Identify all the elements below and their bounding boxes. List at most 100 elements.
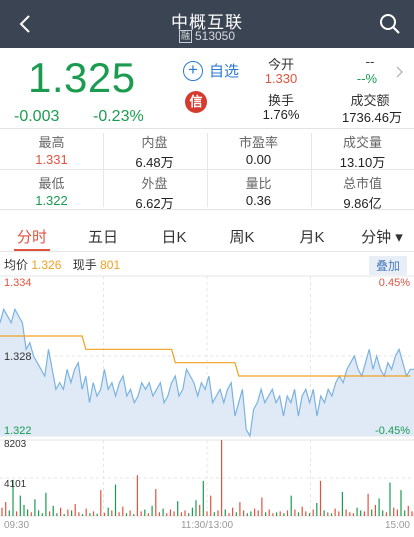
volume-bar [268,509,270,516]
stat-volume: 成交量 13.10万 [311,129,414,170]
volume-bar [78,512,80,516]
search-icon[interactable] [378,12,402,36]
volume-bar [173,511,175,516]
stat-inner: 内盘 6.48万 [103,129,206,170]
stat-label: 内盘 [141,135,168,150]
volume-bar [210,495,212,516]
add-watchlist-button[interactable]: + 自选 [183,60,239,81]
stats-grid: 最高 1.331 内盘 6.48万 市盈率 0.00 成交量 13.10万 最低… [0,128,414,211]
volume-bar [334,508,336,516]
volume-bar [89,513,91,516]
volume-bar [338,511,340,516]
divider [103,133,104,207]
intraday-chart: 1.334 0.45% 1.328 1.322 -0.45% 8203 4101… [0,275,414,531]
volume-bar [327,512,329,516]
volume-bar [367,493,369,516]
volume-bar [341,491,343,516]
volume-bar [301,506,303,516]
volume-bar [140,511,142,516]
divider [0,169,414,170]
volume-bar [202,480,204,516]
volume-bar [360,510,362,516]
volume-bar [316,503,318,516]
tab-five-day[interactable]: 五日 [73,226,133,247]
volume-bar [312,509,314,516]
volume-bar [261,497,263,516]
tab-minute-dropdown[interactable]: 分钟 ▾ [352,226,412,247]
volume-bar [272,513,274,516]
volume-bar [396,509,398,516]
volume-bar [239,502,241,516]
volume-bar [129,510,131,516]
volume-bar [27,509,29,516]
price-axis-bottom: 1.322 [4,425,32,437]
volume-bar [96,513,98,516]
volume-bar [191,507,193,516]
volume-bar [297,512,300,516]
volume-bar [41,513,43,516]
amount-value: 1736.46万 [342,110,402,125]
tab-weekly-k[interactable]: 周K [212,226,272,247]
volume-bar [158,512,160,516]
volume-bar [378,498,380,516]
current-hand-label: 现手 [72,258,97,272]
volume-bar [371,509,373,516]
stat-value: 6.62万 [135,196,174,211]
volume-bar [151,505,153,516]
volume-bar [290,495,292,516]
pct-axis-bottom: -0.45% [375,425,410,437]
volume-bar [294,509,296,516]
volume-bar [136,475,138,516]
volume-bar [246,513,248,516]
stat-label: 外盘 [141,176,168,191]
volume-bar [199,504,201,516]
tab-intraday[interactable]: 分时 [2,226,62,247]
stat-label: 总市值 [342,176,382,191]
volume-bar [206,511,208,516]
volume-bar [374,504,376,516]
volume-bar [125,513,128,516]
volume-bar [407,505,409,516]
volume-bar [279,511,281,516]
volume-bar [382,510,384,516]
price-axis-mid: 1.328 [4,351,32,363]
volume-bar [221,440,223,516]
volume-bar [166,513,168,516]
volume-bar [133,514,135,516]
divider [207,133,208,207]
volume-bar [8,510,10,516]
volume-bar [30,512,32,516]
volume-bar [217,510,219,516]
tab-daily-k[interactable]: 日K [144,226,204,247]
volume-bar [74,504,76,516]
volume-bar [169,509,171,516]
top-bar: 中概互联 融 513050 [0,0,414,48]
right-top-percent: --% [356,71,378,86]
credit-icon[interactable]: 信 [185,91,207,113]
volume-bar [235,512,237,516]
volume-bar [19,495,21,516]
volume-bar [114,484,117,516]
open-value: 1.330 [264,71,298,86]
pct-axis-top: 0.45% [379,277,410,289]
stat-value: 1.322 [35,193,68,208]
volume-bar [63,514,65,516]
active-tab-indicator [14,249,50,251]
stat-label: 量比 [245,176,272,191]
volume-bar [92,511,95,516]
stat-value: 0.36 [245,193,272,208]
tab-monthly-k[interactable]: 月K [282,226,342,247]
volume-bar [67,509,69,516]
volume-bar [85,508,87,516]
volume-bar [122,506,124,516]
volume-bar [243,510,245,516]
stat-pe: 市盈率 0.00 [207,129,310,169]
current-hand-value: 801 [100,258,121,272]
volume-bar [283,513,285,516]
volume-bar [60,507,62,516]
volume-bar [349,512,351,516]
chevron-right-icon[interactable] [394,66,404,78]
volume-bar [254,508,256,516]
volume-bar [393,507,395,516]
volume-bar [144,509,146,516]
